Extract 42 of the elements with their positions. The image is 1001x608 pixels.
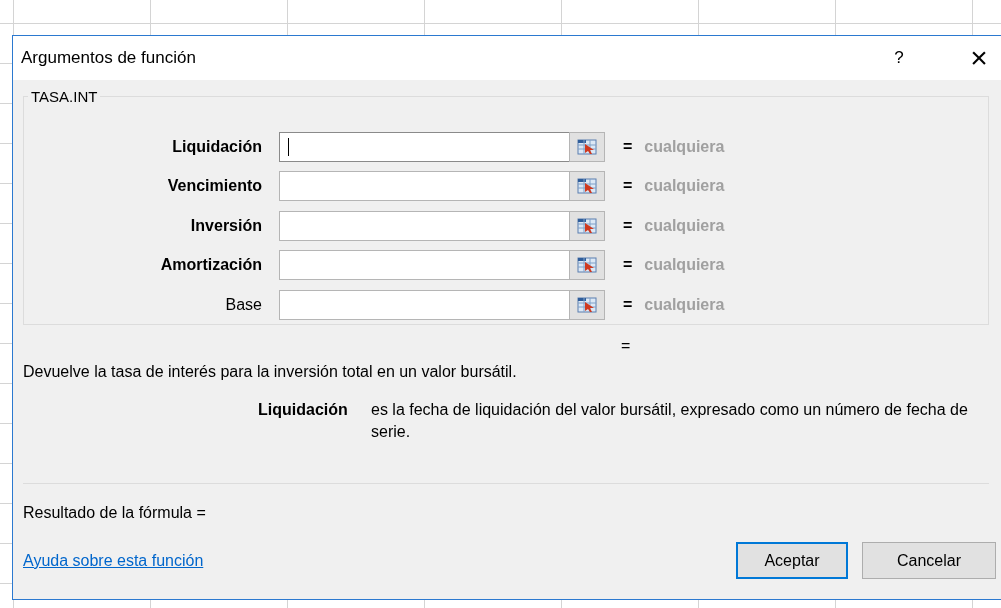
- equals-sign: =: [623, 177, 633, 196]
- accept-button[interactable]: Aceptar: [736, 542, 848, 579]
- formula-result: Resultado de la fórmula =: [23, 504, 207, 522]
- value-hint: cualquiera: [644, 256, 725, 275]
- argument-field[interactable]: [279, 131, 569, 162]
- argument-label: Liquidación: [171, 137, 262, 156]
- window-title: Argumentos de función: [21, 48, 197, 68]
- range-select-button[interactable]: [569, 131, 605, 162]
- grid-arrow-icon: [577, 257, 597, 274]
- equals-sign: =: [623, 295, 633, 314]
- argument-field[interactable]: [279, 250, 569, 281]
- grid-arrow-icon: [577, 138, 597, 155]
- range-select-button[interactable]: [569, 289, 605, 320]
- argument-label: Inversión: [189, 216, 262, 235]
- value-hint: cualquiera: [644, 177, 725, 196]
- value-hint: cualquiera: [644, 137, 725, 156]
- value-hint: cualquiera: [644, 216, 725, 235]
- range-select-button[interactable]: [569, 210, 605, 241]
- equals-sign: =: [623, 256, 633, 275]
- argument-description: es la fecha de liquidación del valor bursátil, expresado como un número de fecha de serie.: [371, 400, 969, 442]
- equals-sign: =: [623, 216, 633, 235]
- argument-label: Vencimiento: [166, 177, 262, 196]
- range-select-button[interactable]: [569, 250, 605, 281]
- help-link[interactable]: Ayuda sobre esta función: [23, 551, 736, 570]
- equals-sign: =: [623, 137, 633, 156]
- grid-arrow-icon: [577, 178, 597, 195]
- argument-name: Liquidación: [258, 400, 349, 420]
- argument-label: Base: [224, 295, 262, 314]
- argument-field[interactable]: [279, 171, 569, 202]
- argument-label: Amortización: [159, 256, 262, 275]
- equals-sign: =: [621, 337, 631, 354]
- text-caret: [288, 137, 289, 156]
- value-hint: cualquiera: [644, 295, 725, 314]
- grid-arrow-icon: [577, 217, 597, 234]
- help-button[interactable]: ?: [889, 48, 909, 68]
- cancel-button[interactable]: Cancelar: [862, 542, 996, 579]
- function-description: Devuelve la tasa de interés para la inversión total en un valor bursátil.: [23, 363, 518, 381]
- argument-field[interactable]: [279, 210, 569, 241]
- range-select-button[interactable]: [569, 171, 605, 202]
- grid-arrow-icon: [577, 296, 597, 313]
- close-button[interactable]: ×: [967, 43, 991, 73]
- argument-field[interactable]: [279, 289, 569, 320]
